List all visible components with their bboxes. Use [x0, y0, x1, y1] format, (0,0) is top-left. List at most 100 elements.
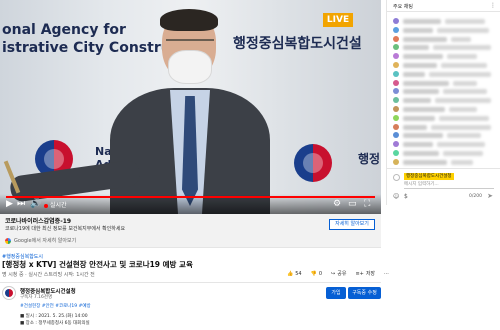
chat-author-name-obscured: [403, 27, 433, 33]
thumbs-down-icon: 👎: [310, 270, 317, 277]
chat-message: [393, 131, 497, 140]
chat-author-avatar[interactable]: [393, 44, 399, 51]
chat-message-text-obscured: [439, 115, 489, 121]
chat-author-avatar[interactable]: [393, 150, 399, 156]
chat-author-avatar[interactable]: [393, 114, 399, 121]
more-options-icon[interactable]: ⋮: [490, 2, 496, 9]
chat-message: [393, 105, 497, 114]
chat-author-name-obscured: [403, 115, 435, 121]
live-dot-icon: [44, 203, 48, 208]
chat-message-text-obscured: [445, 19, 485, 24]
chat-author-avatar[interactable]: [393, 18, 399, 24]
chat-message: [393, 70, 497, 79]
more-actions-button[interactable]: ···: [384, 270, 389, 277]
chat-message: [393, 52, 497, 61]
chat-author-avatar[interactable]: [393, 53, 399, 60]
chat-message: [393, 43, 497, 52]
learn-more-button[interactable]: 자세히 알아보기: [329, 219, 375, 230]
channel-avatar[interactable]: [2, 286, 16, 300]
dislike-button[interactable]: 👎 0: [311, 270, 322, 277]
emoji-icon[interactable]: ☺: [393, 193, 399, 200]
chat-author-name-obscured: [403, 45, 429, 51]
subscriber-count: 구독자 7.16천명: [20, 295, 53, 300]
chat-message: [393, 140, 497, 149]
speaker: [8, 0, 305, 214]
volume-icon[interactable]: 🔊: [30, 199, 41, 209]
chat-author-avatar[interactable]: [393, 141, 399, 148]
chat-message-text-obscured: [443, 89, 487, 95]
play-icon[interactable]: ▶: [6, 199, 13, 209]
chat-message-text-obscured: [451, 159, 473, 165]
chat-message: [393, 123, 497, 132]
chat-message-text-obscured: [447, 133, 481, 139]
divider: [0, 282, 381, 283]
chat-message-text-obscured: [431, 124, 491, 130]
join-button[interactable]: 가입: [326, 287, 346, 299]
chat-author-name-obscured: [403, 89, 439, 95]
character-count: 0/200: [469, 194, 482, 199]
chat-author-avatar[interactable]: [393, 70, 399, 77]
info-panel-title: 코로나바이러스감염증-19: [5, 218, 72, 225]
my-channel-name: 행정중심복합도시건설청: [404, 173, 454, 180]
theater-mode-icon[interactable]: ▭: [348, 199, 357, 209]
live-label: 실시간: [50, 202, 67, 209]
chat-message: [393, 158, 497, 167]
share-icon: ↪: [331, 270, 336, 277]
settings-icon[interactable]: ⚙: [333, 199, 341, 209]
chat-message: [393, 17, 497, 26]
next-icon[interactable]: ⏭: [17, 199, 25, 209]
speaker-mask: [168, 50, 212, 84]
chat-message: [393, 26, 497, 35]
subscribe-button[interactable]: 구독중 수정: [348, 287, 381, 299]
live-indicator[interactable]: 실시간: [44, 201, 67, 211]
chat-author-name-obscured: [403, 133, 443, 139]
chat-author-avatar[interactable]: [393, 79, 399, 86]
chat-author-name-obscured: [403, 63, 437, 68]
video-player[interactable]: onal Agency for istrative City Construct…: [0, 0, 381, 214]
video-title: [행정청 x KTV] 건설현장 안전사고 및 코로나19 예방 교육: [2, 260, 193, 269]
chat-message-text-obscured: [437, 27, 489, 33]
live-chat-panel: 주요 채팅 ⋮ 행정중심복합도시건설청 메시지 입력하기... ☺ $ 0/20…: [386, 0, 500, 205]
google-source-text: Google에서 자세히 알아보기: [14, 238, 77, 244]
chat-message-text-obscured: [429, 71, 491, 77]
chat-message-text-obscured: [433, 45, 491, 51]
fullscreen-icon[interactable]: ⛶: [364, 199, 370, 209]
taegeuk-logo-icon: [5, 289, 13, 297]
chat-author-avatar[interactable]: [393, 97, 399, 104]
description-tags[interactable]: #건설현장 #안전 #코로나19 #예방: [20, 303, 91, 309]
chat-message-text-obscured: [451, 36, 471, 42]
my-avatar: [393, 174, 400, 181]
google-source-row[interactable]: Google에서 자세히 알아보기: [5, 237, 76, 244]
banner-korean-fragment: 행정: [358, 152, 381, 166]
thumbs-up-icon: 👍: [287, 270, 294, 277]
chat-author-name-obscured: [403, 124, 427, 130]
progress-fill: [6, 196, 375, 198]
chat-author-avatar[interactable]: [393, 132, 399, 139]
save-label: 저장: [365, 271, 376, 277]
share-button[interactable]: ↪ 공유: [331, 270, 346, 278]
like-count: 54: [295, 270, 302, 277]
chat-author-avatar[interactable]: [393, 62, 399, 68]
chat-message-text-obscured: [443, 151, 483, 156]
chat-author-avatar[interactable]: [393, 35, 399, 42]
chat-author-avatar[interactable]: [393, 123, 399, 130]
description-line-date: ■ 일시 : 2021. 5. 25.(화) 14:00: [20, 314, 88, 319]
chat-author-avatar[interactable]: [393, 88, 399, 95]
chat-author-name-obscured: [403, 98, 431, 104]
progress-bar[interactable]: [6, 196, 375, 198]
like-button[interactable]: 👍 54: [287, 270, 302, 277]
chat-message-input[interactable]: 메시지 입력하기...: [404, 181, 494, 189]
player-controls: ▶ ⏭ 🔊 실시간 ⚙ ▭ ⛶: [0, 194, 381, 214]
chat-author-name-obscured: [403, 36, 447, 42]
send-icon[interactable]: ➤: [487, 192, 493, 200]
description-line-place: ■ 장소 : 정부세종청사 6동 대회의실: [20, 321, 90, 326]
chat-mode-dropdown[interactable]: 주요 채팅: [393, 3, 413, 10]
video-meta: 명 시청 중 · 실시간 스트리밍 시작: 1시간 전: [2, 272, 95, 278]
save-button[interactable]: ≡+ 저장: [355, 270, 376, 278]
chat-author-avatar[interactable]: [393, 106, 399, 112]
chat-author-avatar[interactable]: [393, 158, 399, 165]
super-chat-icon[interactable]: $: [404, 193, 408, 200]
live-badge: LIVE: [323, 13, 353, 27]
chat-message-text-obscured: [447, 54, 477, 60]
chat-author-avatar[interactable]: [393, 26, 399, 33]
